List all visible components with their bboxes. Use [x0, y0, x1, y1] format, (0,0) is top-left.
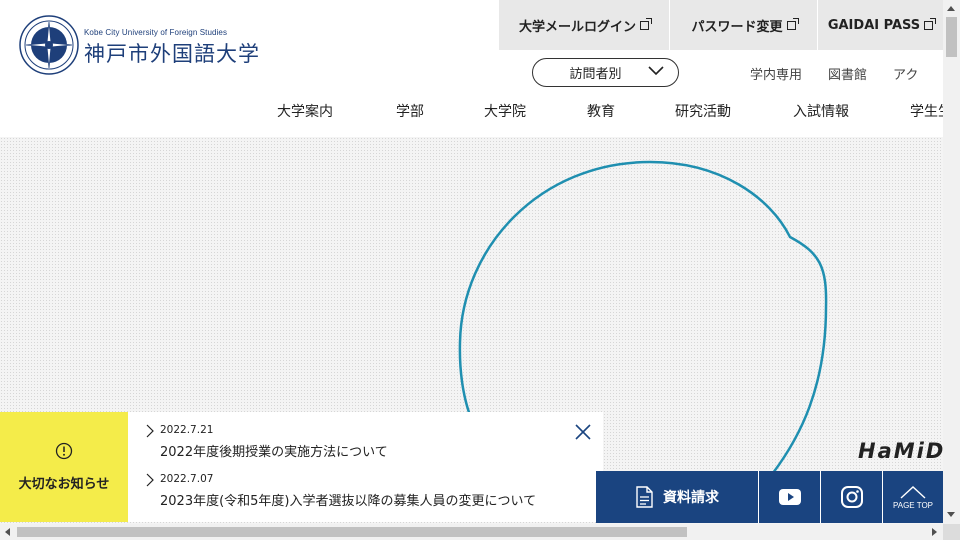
notice-title[interactable]: 2022年度後期授業の実施方法について: [160, 441, 388, 460]
university-seal-icon: [19, 15, 79, 75]
nav-admissions[interactable]: 入試情報: [793, 101, 849, 121]
important-notice-text: 大切なお知らせ: [18, 477, 110, 492]
youtube-button[interactable]: [758, 471, 820, 523]
gaidai-pass-button[interactable]: GAIDAI PASS: [817, 0, 943, 50]
nav-about[interactable]: 大学案内: [277, 101, 333, 121]
horizontal-scroll-thumb[interactable]: [17, 527, 687, 537]
visitor-dropdown-label: 訪問者別: [569, 67, 622, 82]
document-request-button[interactable]: 資料請求: [596, 471, 758, 523]
document-request-label: 資料請求: [663, 490, 719, 506]
notice-list: 2022.7.21 2022年度後期授業の実施方法について 2022.7.07 …: [128, 412, 603, 522]
external-link-icon: [640, 17, 652, 30]
password-change-label: パスワード変更: [691, 19, 783, 35]
global-navigation: 大学案内 学部 大学院 教育 研究活動 入試情報 学生生: [0, 101, 952, 121]
email-login-label: 大学メールログイン: [518, 19, 636, 35]
scroll-right-arrow-icon[interactable]: [932, 528, 937, 536]
document-icon: [636, 486, 653, 508]
vertical-scroll-thumb[interactable]: [946, 17, 957, 57]
external-link-icon: [924, 17, 937, 30]
notice-date: 2022.7.21: [160, 424, 214, 436]
nav-education[interactable]: 教育: [587, 101, 615, 121]
youtube-icon: [778, 489, 801, 505]
instagram-button[interactable]: [820, 471, 882, 523]
university-logo[interactable]: Kobe City University of Foreign Studies …: [18, 14, 260, 76]
external-link-icon: [786, 17, 799, 30]
library-link[interactable]: 図書館: [828, 64, 867, 83]
utility-bar: 大学メールログイン パスワード変更 GAIDAI PASS: [498, 0, 943, 50]
chevron-right-icon: [146, 424, 154, 438]
internal-only-link[interactable]: 学内専用: [750, 64, 802, 83]
scroll-down-arrow-icon[interactable]: [947, 512, 955, 517]
vertical-scrollbar[interactable]: [943, 0, 960, 524]
important-notice-label: 大切なお知らせ: [0, 412, 128, 522]
nav-research[interactable]: 研究活動: [675, 101, 731, 121]
notice-title[interactable]: 2023年度(令和5年度)入学者選抜以降の募集人員の変更について: [160, 490, 536, 509]
gaidai-pass-label: GAIDAI PASS: [827, 17, 921, 33]
page-top-button[interactable]: PAGE TOP: [882, 471, 943, 523]
sub-links: 学内専用 図書館 アク: [750, 64, 944, 83]
hero-caption: HaMiDe: [858, 439, 943, 463]
logo-japanese-name: 神戸市外国語大学: [84, 42, 260, 66]
email-login-button[interactable]: 大学メールログイン: [498, 0, 669, 50]
chevron-down-icon: [648, 66, 664, 76]
password-change-button[interactable]: パスワード変更: [669, 0, 817, 50]
close-icon[interactable]: [574, 423, 592, 441]
nav-graduate-school[interactable]: 大学院: [484, 101, 526, 121]
alert-circle-icon: [55, 442, 73, 460]
horizontal-scrollbar[interactable]: [0, 524, 943, 540]
visitor-type-dropdown[interactable]: 訪問者別: [532, 58, 679, 87]
access-link[interactable]: アク: [893, 64, 918, 83]
instagram-icon: [840, 486, 863, 508]
notice-date: 2022.7.07: [160, 473, 214, 485]
chevron-right-icon: [146, 473, 154, 487]
bottom-action-bar: 資料請求 PAGE TOP: [596, 471, 943, 523]
nav-faculties[interactable]: 学部: [396, 101, 424, 121]
scroll-left-arrow-icon[interactable]: [5, 528, 10, 536]
scroll-up-arrow-icon[interactable]: [947, 6, 955, 11]
chevron-up-icon: [900, 485, 926, 499]
scrollbar-corner: [943, 524, 960, 540]
page-top-label: PAGE TOP: [892, 500, 933, 510]
logo-english-name: Kobe City University of Foreign Studies: [84, 28, 228, 37]
